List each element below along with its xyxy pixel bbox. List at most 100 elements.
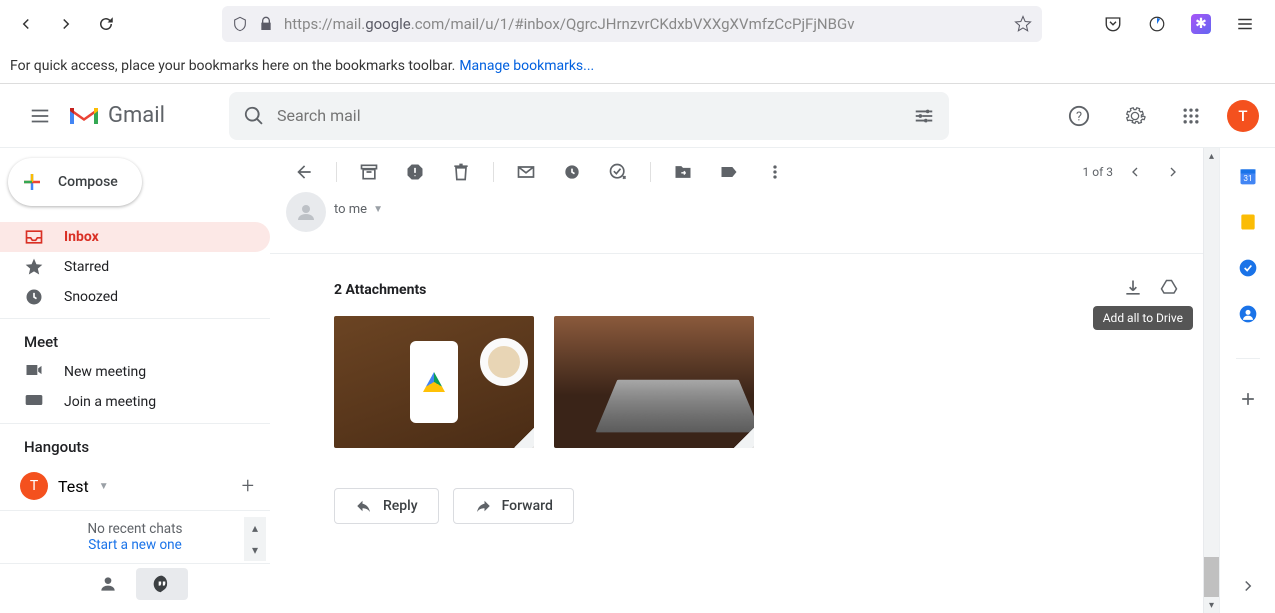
sidebar-item-label: Starred: [64, 259, 109, 275]
attachments-section: 2 Attachments Add all to Drive: [270, 253, 1203, 458]
svg-text:?: ?: [1076, 109, 1082, 124]
forward-label: Forward: [502, 498, 553, 514]
keep-addon[interactable]: [1238, 212, 1258, 236]
drive-tooltip: Add all to Drive: [1093, 306, 1193, 330]
attachments-title: 2 Attachments: [334, 282, 426, 298]
search-box[interactable]: [229, 92, 949, 140]
add-to-tasks-button[interactable]: [598, 152, 638, 192]
calendar-addon[interactable]: 31: [1238, 166, 1258, 190]
chevron-down-icon[interactable]: ▼: [373, 204, 383, 215]
clock-icon[interactable]: [1143, 10, 1171, 38]
hangouts-user-row[interactable]: T Test ▼ +: [0, 462, 270, 510]
inbox-icon: [24, 227, 44, 247]
mark-unread-button[interactable]: [506, 152, 546, 192]
spam-button[interactable]: [395, 152, 435, 192]
browser-menu-icon[interactable]: [1231, 10, 1259, 38]
message-area: 1 of 3 to me ▼ 2 Attachments Add all to …: [270, 148, 1203, 613]
sidebar-item-label: Snoozed: [64, 289, 118, 305]
gmail-m-icon: [68, 104, 100, 128]
account-avatar[interactable]: T: [1227, 100, 1259, 132]
bookmark-hint-text: For quick access, place your bookmarks h…: [10, 58, 455, 74]
forward-icon: [474, 497, 492, 515]
pocket-icon[interactable]: [1099, 10, 1127, 38]
sidebar-item-starred[interactable]: Starred: [0, 252, 270, 282]
meet-item-label: New meeting: [64, 364, 146, 380]
url-text: https://mail.google.com/mail/u/1/#inbox/…: [284, 15, 1004, 33]
to-line: to me: [334, 202, 367, 217]
reply-icon: [355, 497, 373, 515]
support-button[interactable]: ?: [1059, 96, 1099, 136]
new-meeting-button[interactable]: New meeting: [0, 357, 270, 387]
search-icon: [243, 105, 265, 127]
back-button[interactable]: [8, 6, 44, 42]
video-icon: [24, 360, 44, 384]
start-chat-link[interactable]: Start a new one: [88, 537, 182, 553]
chevron-down-icon[interactable]: ▼: [99, 481, 109, 492]
gmail-logo-text: Gmail: [108, 103, 165, 128]
sidebar: Compose Inbox Starred Snoozed Meet New m…: [0, 148, 270, 613]
settings-button[interactable]: [1115, 96, 1155, 136]
compose-button[interactable]: Compose: [8, 158, 142, 206]
search-input[interactable]: [277, 106, 913, 125]
plus-icon: [20, 170, 44, 194]
move-to-button[interactable]: [663, 152, 703, 192]
compose-label: Compose: [58, 174, 118, 190]
bookmark-hint-bar: For quick access, place your bookmarks h…: [0, 48, 1275, 84]
get-addons-button[interactable]: [1238, 389, 1258, 413]
download-all-button[interactable]: [1123, 278, 1143, 302]
forward-button[interactable]: [48, 6, 84, 42]
next-message-button[interactable]: [1157, 156, 1189, 188]
search-options-icon[interactable]: [913, 105, 935, 127]
new-chat-button[interactable]: +: [242, 474, 254, 499]
meet-heading: Meet: [0, 319, 270, 357]
attachment-thumbnail-1[interactable]: [334, 316, 534, 448]
snooze-button[interactable]: [552, 152, 592, 192]
join-meeting-button[interactable]: Join a meeting: [0, 387, 270, 417]
svg-text:31: 31: [1243, 174, 1252, 184]
reply-button[interactable]: Reply: [334, 488, 439, 524]
main-menu-button[interactable]: [16, 92, 64, 140]
lock-icon: [258, 16, 274, 32]
contacts-addon[interactable]: [1238, 304, 1258, 328]
forward-button[interactable]: Forward: [453, 488, 574, 524]
chats-box: No recent chats Start a new one ▴▾: [0, 510, 270, 563]
keyboard-icon: [24, 390, 44, 414]
browser-nav-bar: https://mail.google.com/mail/u/1/#inbox/…: [0, 0, 1275, 48]
clock-icon: [24, 287, 44, 307]
back-to-inbox-button[interactable]: [284, 152, 324, 192]
hangouts-tab[interactable]: [136, 568, 188, 600]
gmail-logo[interactable]: Gmail: [68, 103, 165, 128]
hangouts-heading: Hangouts: [0, 424, 270, 462]
add-all-to-drive-button[interactable]: [1159, 278, 1179, 302]
sender-avatar: [286, 192, 326, 232]
prev-message-button[interactable]: [1119, 156, 1151, 188]
sidebar-item-inbox[interactable]: Inbox: [0, 222, 270, 252]
chat-scroll[interactable]: ▴▾: [244, 517, 266, 561]
pager-text: 1 of 3: [1083, 165, 1113, 179]
manage-bookmarks-link[interactable]: Manage bookmarks...: [459, 58, 594, 74]
tasks-addon[interactable]: [1238, 258, 1258, 282]
hangouts-user-name: Test: [58, 477, 89, 496]
bookmark-star-icon[interactable]: [1014, 15, 1032, 33]
attachment-thumbnail-2[interactable]: [554, 316, 754, 448]
delete-button[interactable]: [441, 152, 481, 192]
reload-button[interactable]: [88, 6, 124, 42]
message-toolbar: 1 of 3: [270, 148, 1203, 196]
address-bar[interactable]: https://mail.google.com/mail/u/1/#inbox/…: [222, 6, 1042, 42]
side-panel: 31: [1219, 148, 1275, 613]
more-button[interactable]: [755, 152, 795, 192]
gmail-header: Gmail ? T: [0, 84, 1275, 148]
hide-side-panel-button[interactable]: [1239, 577, 1257, 599]
meet-item-label: Join a meeting: [64, 394, 156, 410]
star-icon: [24, 257, 44, 277]
sidebar-item-snoozed[interactable]: Snoozed: [0, 282, 270, 312]
apps-button[interactable]: [1171, 96, 1211, 136]
archive-button[interactable]: [349, 152, 389, 192]
message-meta: to me ▼: [270, 196, 1203, 223]
contacts-tab[interactable]: [82, 568, 134, 600]
extension-icon[interactable]: ✱: [1187, 10, 1215, 38]
labels-button[interactable]: [709, 152, 749, 192]
reply-label: Reply: [383, 498, 418, 514]
shield-icon: [232, 16, 248, 32]
content-scrollbar[interactable]: ▴ ▾: [1203, 148, 1219, 613]
